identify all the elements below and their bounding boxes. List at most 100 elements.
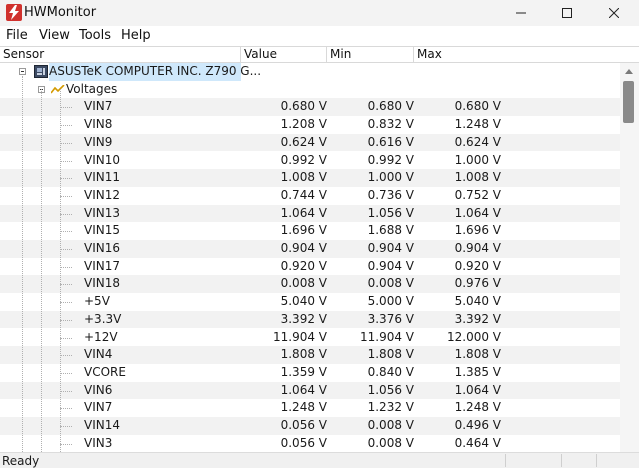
window-title: HWMonitor: [24, 5, 97, 20]
sensor-value: 1.064 V: [280, 382, 327, 397]
tree-line: [60, 249, 72, 250]
sensor-row[interactable]: VIN12 0.744 V 0.736 V 0.752 V: [0, 187, 620, 205]
menu-file[interactable]: File: [6, 28, 28, 43]
sensor-min: 0.840 V: [367, 364, 414, 379]
column-sensor[interactable]: Sensor: [0, 47, 241, 62]
sensor-row[interactable]: VIN9 0.624 V 0.616 V 0.624 V: [0, 133, 620, 152]
sensor-row[interactable]: VIN14 0.056 V 0.008 V 0.496 V: [0, 417, 620, 435]
sensor-row[interactable]: VIN18 0.008 V 0.008 V 0.976 V: [0, 275, 620, 294]
device-row[interactable]: ASUSTeK COMPUTER INC. Z790 G...: [0, 63, 620, 81]
sensor-max: 1.248 V: [454, 400, 501, 415]
sensor-min: 0.008 V: [367, 435, 414, 450]
maximize-button[interactable]: [544, 0, 590, 26]
sensor-name: VIN8: [84, 117, 113, 132]
sensor-row[interactable]: VIN7 0.680 V 0.680 V 0.680 V: [0, 98, 620, 117]
sensor-value: 5.040 V: [280, 294, 327, 309]
tree-line: [60, 390, 72, 392]
sensor-row[interactable]: VIN13 1.064 V 1.056 V 1.064 V: [0, 204, 620, 223]
sensor-max: 1.808 V: [454, 347, 501, 362]
sensor-row[interactable]: +5V 5.040 V 5.000 V 5.040 V: [0, 293, 620, 311]
tree-line: [60, 355, 72, 357]
sensor-name: VIN10: [84, 152, 120, 167]
sensor-row[interactable]: VIN10 0.992 V 0.992 V 1.000 V: [0, 152, 620, 170]
voltages-group-row[interactable]: Voltages: [0, 81, 620, 99]
sensor-value: 0.624 V: [280, 134, 327, 149]
sensor-max: 1.696 V: [454, 223, 501, 238]
status-separator: [505, 454, 506, 467]
title-bar: HWMonitor: [0, 0, 639, 26]
sensor-name: VIN3: [84, 435, 113, 450]
sensor-name: VIN11: [84, 170, 120, 185]
status-bar: Ready: [0, 452, 639, 468]
scroll-up-icon[interactable]: [625, 69, 633, 74]
tree-line: [60, 231, 72, 233]
sensor-name: VIN14: [84, 418, 120, 432]
sensor-name: VIN18: [84, 276, 120, 291]
voltage-icon: [51, 84, 65, 94]
vertical-scrollbar[interactable]: [620, 63, 639, 452]
sensor-value: 1.248 V: [280, 400, 327, 415]
sensor-row[interactable]: VIN7 1.248 V 1.232 V 1.248 V: [0, 399, 620, 417]
scroll-thumb[interactable]: [623, 81, 634, 123]
sensor-min: 1.000 V: [367, 170, 414, 185]
sensor-value: 1.808 V: [280, 347, 327, 362]
sensor-value: 1.359 V: [280, 364, 327, 379]
tree-line: [60, 337, 72, 339]
sensor-max: 0.904 V: [454, 241, 501, 255]
sensor-max: 1.248 V: [454, 117, 501, 132]
minimize-button[interactable]: [498, 0, 544, 26]
status-text: Ready: [2, 454, 40, 468]
menu-help[interactable]: Help: [121, 28, 151, 43]
sensor-max: 5.040 V: [454, 294, 501, 309]
device-name: ASUSTeK COMPUTER INC. Z790 G...: [49, 63, 261, 81]
tree-line: [60, 89, 61, 452]
tree-line: [60, 160, 72, 162]
sensor-max: 3.392 V: [454, 311, 501, 326]
close-icon: [609, 8, 619, 18]
sensor-max: 0.752 V: [454, 187, 501, 202]
sensor-row[interactable]: VIN4 1.808 V 1.808 V 1.808 V: [0, 346, 620, 364]
sensor-min: 0.008 V: [367, 418, 414, 432]
close-button[interactable]: [591, 0, 637, 26]
sensor-row[interactable]: +12V 11.904 V 11.904 V 12.000 V: [0, 329, 620, 347]
collapse-device-icon[interactable]: [19, 68, 26, 75]
column-max[interactable]: Max: [414, 47, 639, 62]
tree-line: [60, 213, 72, 215]
sensor-row[interactable]: +3.3V 3.392 V 3.376 V 3.392 V: [0, 310, 620, 329]
sensor-row[interactable]: VIN8 1.208 V 0.832 V 1.248 V: [0, 116, 620, 134]
sensor-row[interactable]: VIN11 1.008 V 1.000 V 1.008 V: [0, 169, 620, 187]
sensor-name: VIN7: [84, 99, 113, 114]
sensor-name: VIN12: [84, 187, 120, 202]
sensor-row[interactable]: VIN6 1.064 V 1.056 V 1.064 V: [0, 381, 620, 400]
sensor-name: VIN9: [84, 134, 113, 149]
sensor-row[interactable]: VIN15 1.696 V 1.688 V 1.696 V: [0, 222, 620, 240]
column-min[interactable]: Min: [327, 47, 414, 62]
tree-line: [60, 195, 72, 197]
sensor-min: 5.000 V: [367, 294, 414, 309]
sensor-max: 0.920 V: [454, 258, 501, 273]
sensor-name: VIN4: [84, 347, 113, 362]
sensor-tree: ASUSTeK COMPUTER INC. Z790 G... Voltages…: [0, 63, 620, 452]
tree-line: [60, 107, 72, 109]
sensor-min: 0.904 V: [367, 258, 414, 273]
sensor-value: 3.392 V: [280, 311, 327, 326]
menu-tools[interactable]: Tools: [79, 28, 111, 43]
sensor-value: 0.056 V: [280, 435, 327, 450]
tree-line: [41, 89, 42, 452]
sensor-value: 0.904 V: [280, 241, 327, 255]
sensor-row[interactable]: VIN3 0.056 V 0.008 V 0.464 V: [0, 435, 620, 452]
column-value[interactable]: Value: [241, 47, 327, 62]
sensor-row[interactable]: VIN17 0.920 V 0.904 V 0.920 V: [0, 258, 620, 276]
sensor-min: 3.376 V: [367, 311, 414, 326]
tree-line: [60, 142, 72, 144]
sensor-max: 0.680 V: [454, 99, 501, 114]
sensor-max: 0.496 V: [454, 418, 501, 432]
sensor-min: 0.736 V: [367, 187, 414, 202]
menu-view[interactable]: View: [39, 28, 70, 43]
sensor-max: 1.000 V: [454, 152, 501, 167]
sensor-name: VCORE: [84, 364, 126, 379]
voltages-label: Voltages: [66, 81, 118, 96]
sensor-row[interactable]: VIN16 0.904 V 0.904 V 0.904 V: [0, 240, 620, 258]
sensor-row[interactable]: VCORE 1.359 V 0.840 V 1.385 V: [0, 364, 620, 382]
tree-line: [60, 319, 72, 321]
